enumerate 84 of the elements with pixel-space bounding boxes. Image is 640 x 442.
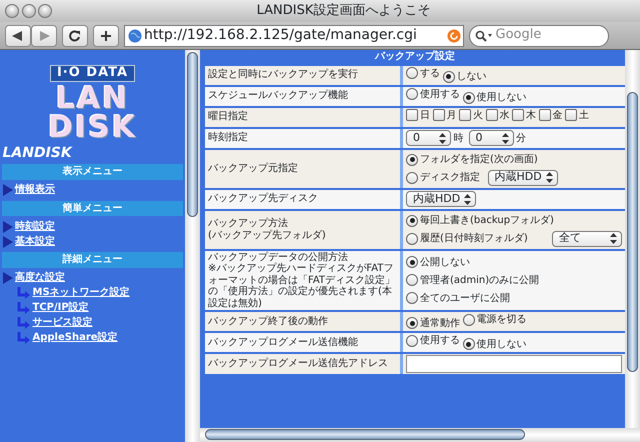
input-field[interactable]	[406, 355, 622, 373]
radio-option[interactable]: 使用する	[406, 334, 460, 347]
dropdown[interactable]: 0	[468, 130, 514, 146]
field-label: バックアップ終了後の動作	[205, 312, 403, 331]
reload-button[interactable]	[62, 24, 88, 46]
plus-icon	[100, 30, 112, 42]
arrow-icon	[16, 286, 30, 300]
arrow-icon	[16, 302, 30, 315]
menu-link[interactable]: MSネットワーク設定	[32, 287, 130, 299]
radio-option[interactable]: する	[406, 67, 440, 80]
zoom-icon[interactable]	[38, 4, 52, 18]
scrollbar[interactable]	[185, 50, 200, 442]
brand-title: LANDISK	[2, 144, 74, 162]
menu-link[interactable]: サービス設定	[32, 317, 92, 329]
triangle-icon	[2, 272, 12, 284]
radio-option[interactable]: 通常動作	[406, 317, 460, 330]
field-label: 設定と同時にバックアップを実行	[205, 66, 403, 84]
menu-link[interactable]: 基本設定	[15, 236, 55, 248]
field-label: バックアップ先ディスク	[205, 190, 403, 208]
logo-text: LAN	[56, 84, 130, 114]
dropdown[interactable]: 内蔵HDD	[488, 170, 558, 186]
radio-option[interactable]: フォルダを指定(次の画面)	[406, 154, 538, 166]
dropdown[interactable]: 内蔵HDD	[406, 191, 476, 207]
radio-option[interactable]: 電源を切る	[462, 314, 526, 326]
radio-option[interactable]: 履歴(日付時刻フォルダ)	[406, 232, 528, 244]
triangle-icon	[2, 220, 12, 233]
url-text: http://192.168.2.125/gate/manager.cgi	[144, 27, 418, 44]
updown-arrow-icon	[464, 194, 471, 204]
menu-link[interactable]: AppleShare設定	[32, 332, 118, 344]
menu-header: 表示メニュー	[2, 164, 183, 180]
back-icon	[12, 30, 24, 40]
menu-link[interactable]: TCP/IP設定	[32, 302, 89, 314]
field-label: バックアップ元指定	[205, 150, 403, 188]
updown-arrow-icon	[439, 132, 446, 144]
minimize-icon[interactable]	[22, 4, 36, 18]
address-field[interactable]: http://192.168.2.125/gate/manager.cgi	[124, 24, 464, 46]
radio-option[interactable]: 管理者(admin)のみに公開	[406, 274, 540, 286]
search-icon	[475, 30, 493, 42]
updown-arrow-icon	[502, 132, 508, 144]
reload-icon	[69, 30, 81, 42]
radio-option[interactable]: ディスク指定	[406, 172, 480, 184]
maker-logo: I·O DATA	[50, 65, 136, 82]
scrollbar[interactable]	[625, 50, 640, 428]
dropdown[interactable]: 0	[406, 130, 451, 146]
unit-label: 分	[516, 132, 526, 144]
horizontal-scrollbar[interactable]	[200, 428, 640, 442]
updown-arrow-icon	[610, 233, 617, 244]
globe-icon	[128, 28, 142, 42]
menu-header: 簡単メニュー	[2, 200, 183, 216]
section-header: バックアップ設定	[374, 50, 456, 64]
updown-arrow-icon	[546, 172, 552, 183]
forward-icon	[38, 30, 50, 40]
radio-option[interactable]: 全てのユーザに公開	[406, 292, 510, 304]
radio-option[interactable]: 使用しない	[462, 92, 526, 104]
field-label: バックアップ方法 (バックアップ先フォルダ)	[205, 210, 403, 248]
add-bookmark-button[interactable]	[93, 24, 119, 46]
field-label: スケジュールバックアップ機能	[205, 86, 403, 106]
radio-option[interactable]: 毎回上書き(backupフォルダ)	[406, 214, 554, 226]
field-label: バックアップデータの公開方法 ※バックアップ先ハードディスクがFATフォーマットの場合は「FATディスク設定」の「使用方法」の設定が優先されます(本設定は無効)	[205, 250, 403, 310]
snapback-icon[interactable]	[446, 28, 460, 42]
arrow-icon	[16, 332, 30, 345]
radio-option[interactable]: 使用しない	[462, 338, 526, 350]
field-label: バックアップログメール送信先アドレス	[205, 354, 403, 374]
radio-option[interactable]: 使用する	[406, 88, 460, 100]
unit-label: 時	[454, 132, 464, 144]
logo-text: DISK	[48, 113, 137, 142]
menu-header: 詳細メニュー	[2, 252, 183, 268]
radio-option[interactable]: しない	[442, 70, 486, 83]
menu-link[interactable]: 高度な設定	[15, 272, 65, 284]
triangle-icon	[2, 236, 12, 248]
triangle-icon	[2, 184, 12, 196]
search-field[interactable]: Google	[469, 24, 609, 46]
back-button[interactable]	[5, 24, 31, 46]
menu-link[interactable]: 時刻設定	[15, 220, 55, 232]
window-title: LANDISK設定画面へようこそ	[256, 4, 432, 18]
menu-link[interactable]: 情報表示	[15, 184, 55, 196]
search-placeholder: Google	[496, 28, 542, 43]
field-label: 曜日指定	[205, 108, 403, 126]
field-label: バックアップログメール送信機能	[205, 333, 403, 352]
arrow-icon	[16, 316, 30, 330]
radio-option[interactable]: 公開しない	[406, 256, 470, 268]
field-label: 時刻指定	[205, 128, 403, 148]
dropdown[interactable]: 全て	[552, 230, 622, 246]
close-icon[interactable]	[5, 4, 19, 18]
